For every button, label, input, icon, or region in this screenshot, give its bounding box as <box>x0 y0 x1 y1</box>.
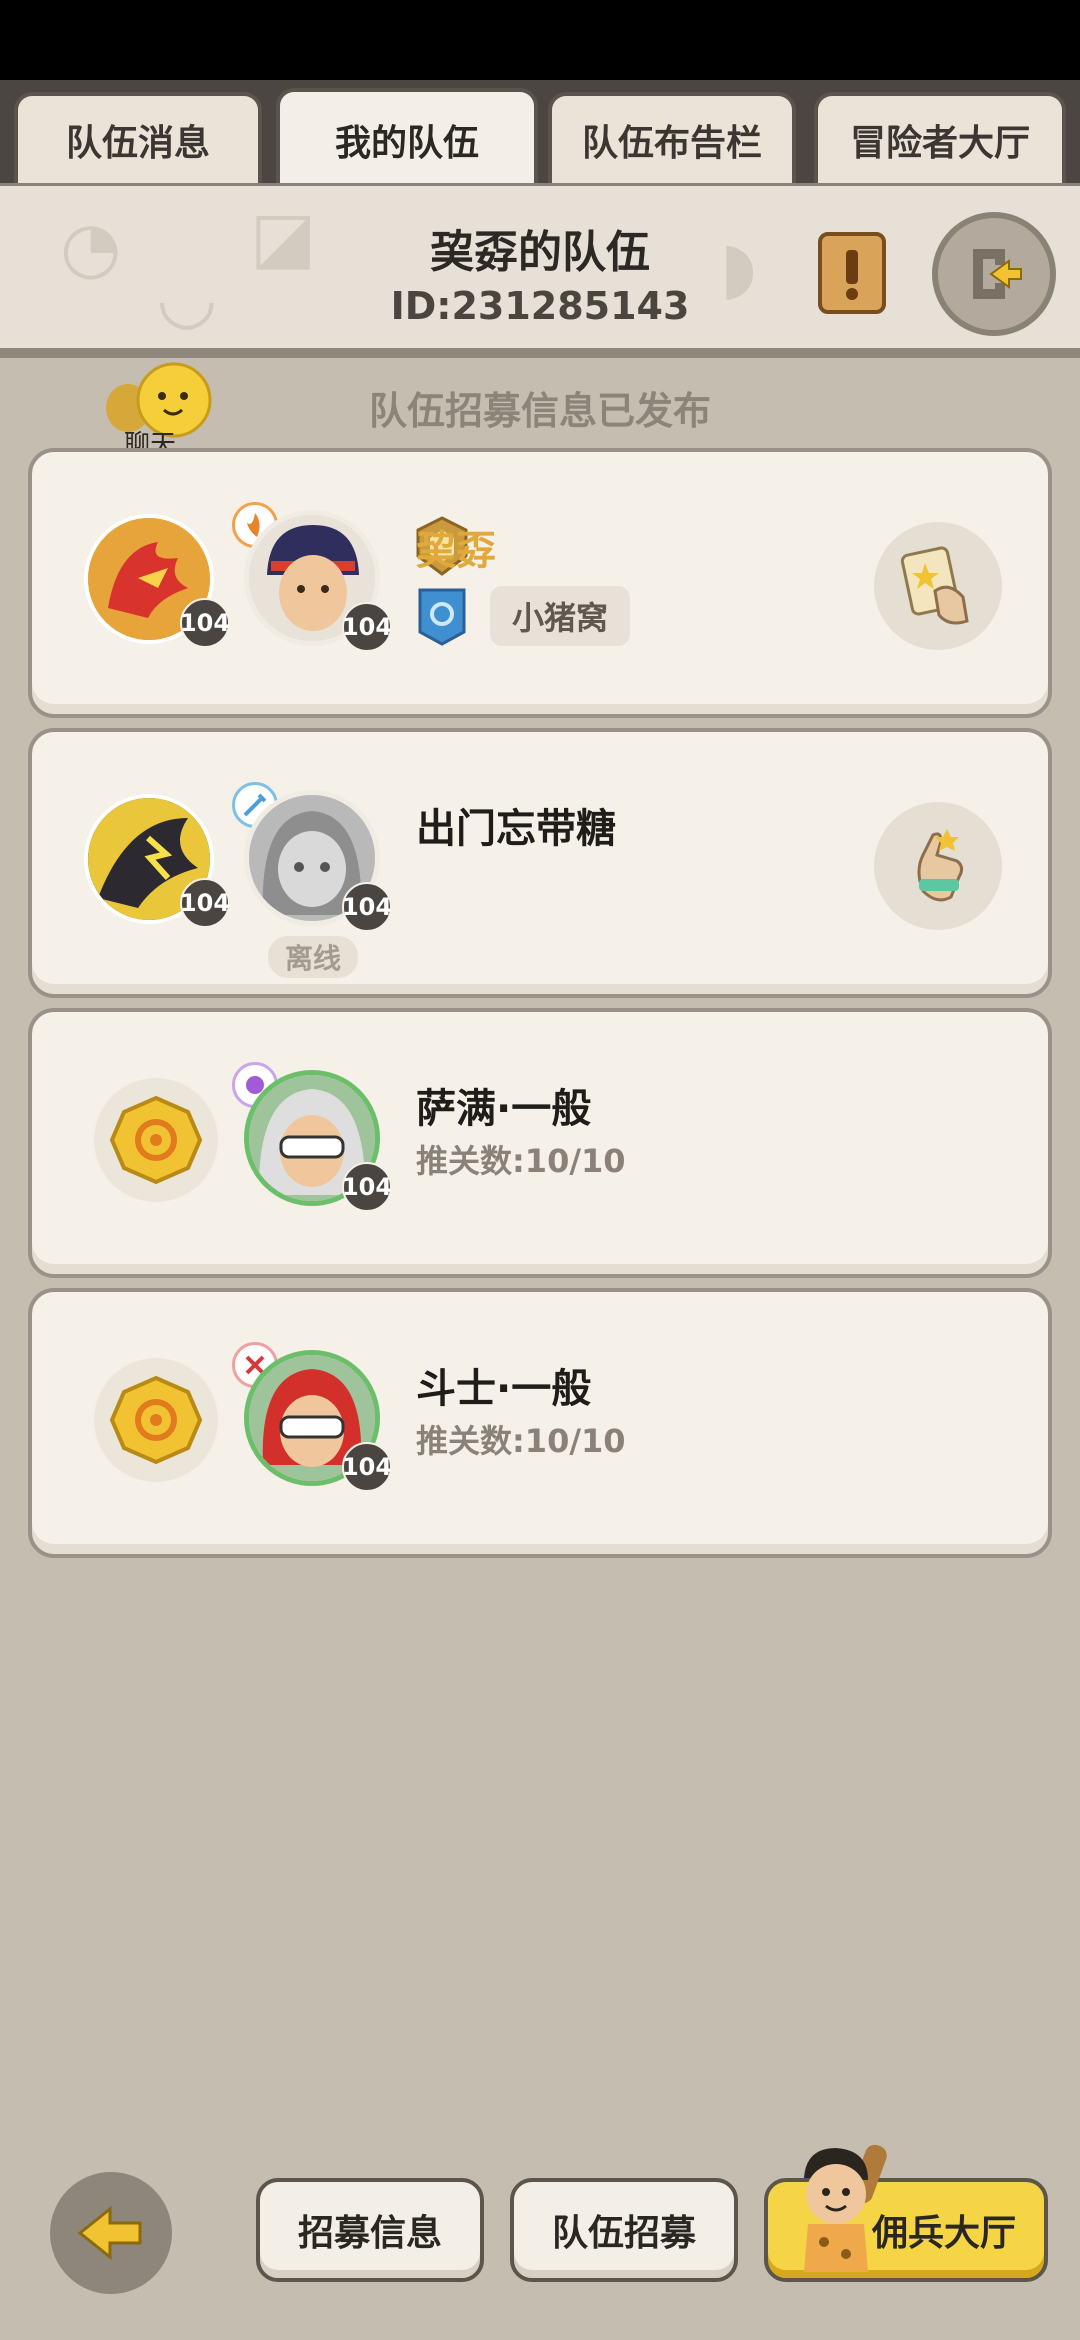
member-card: 104 104 离线 出门忘带糖 <box>28 728 1052 998</box>
back-button[interactable] <box>50 2172 172 2294</box>
mercenary-shield-icon <box>109 1095 203 1185</box>
status-bar <box>0 0 1080 80</box>
leader-card-button[interactable] <box>874 522 1002 650</box>
tab-team-messages[interactable]: 队伍消息 <box>14 92 262 184</box>
kick-member-button[interactable] <box>874 802 1002 930</box>
stage-progress: 推关数:10/10 <box>416 1422 626 1460</box>
tab-label: 队伍布告栏 <box>581 123 762 164</box>
team-id: ID:231285143 <box>390 284 690 328</box>
team-recruit-button[interactable]: 队伍招募 <box>510 2178 738 2282</box>
mercenary-hall-button[interactable]: 佣兵大厅 <box>764 2144 1048 2282</box>
tab-team-board[interactable]: 队伍布告栏 <box>548 92 796 184</box>
player-level-badge: 104 <box>342 602 392 652</box>
tab-label: 我的队伍 <box>334 123 479 164</box>
button-label: 招募信息 <box>297 2213 442 2254</box>
pet-level-badge: 104 <box>180 598 230 648</box>
mercenary-name: 萨满·一般 <box>416 1086 592 1132</box>
player-level-badge: 104 <box>342 882 392 932</box>
guild-tag[interactable]: 小猪窝 <box>490 586 631 646</box>
stage-progress: 推关数:10/10 <box>416 1142 626 1180</box>
mercenary-card: 104 萨满·一般 推关数:10/10 <box>28 1008 1052 1278</box>
caveman-mascot-icon <box>804 2144 887 2272</box>
recruit-notice: 队伍招募信息已发布 <box>368 389 711 433</box>
mercenary-level-badge: 104 <box>342 1442 392 1492</box>
recruit-info-button[interactable]: 招募信息 <box>256 2178 484 2282</box>
tab-label: 冒险者大厅 <box>849 123 1030 164</box>
mercenary-level-badge: 104 <box>342 1162 392 1212</box>
tab-label: 队伍消息 <box>65 123 210 164</box>
pet-level-badge: 104 <box>180 878 230 928</box>
mercenary-card: 104 斗士·一般 推关数:10/10 <box>28 1288 1052 1558</box>
tab-bar: 队伍消息 我的队伍 队伍布告栏 冒险者大厅 <box>0 80 1080 188</box>
mercenary-shield-icon <box>109 1375 203 1465</box>
mercenary-emblem[interactable] <box>94 1358 218 1482</box>
hand-point-icon <box>917 829 964 902</box>
member-name: 巭孬 <box>416 528 496 574</box>
tab-my-team[interactable]: 我的队伍 <box>276 88 538 188</box>
mercenary-name: 斗士·一般 <box>416 1366 592 1412</box>
exit-team-button[interactable] <box>932 212 1056 336</box>
team-header: ◔ ◡ ◪ ◗ 巭孬的队伍 ID:231285143 <box>0 183 1080 358</box>
back-arrow-icon <box>77 2205 142 2261</box>
hand-card-icon <box>900 546 969 625</box>
member-card: 104 104 巭孬 小猪窝 <box>28 448 1052 718</box>
button-label: 队伍招募 <box>551 2213 696 2254</box>
team-name: 巭孬的队伍 <box>430 227 650 278</box>
mercenary-emblem[interactable] <box>94 1078 218 1202</box>
tab-adventurer-hall[interactable]: 冒险者大厅 <box>814 92 1066 184</box>
offline-status: 离线 <box>268 936 358 978</box>
guild-flag-icon <box>418 588 466 646</box>
exit-icon <box>973 249 1022 299</box>
bulletin-scroll-icon[interactable] <box>812 228 892 318</box>
member-name: 出门忘带糖 <box>416 806 616 852</box>
